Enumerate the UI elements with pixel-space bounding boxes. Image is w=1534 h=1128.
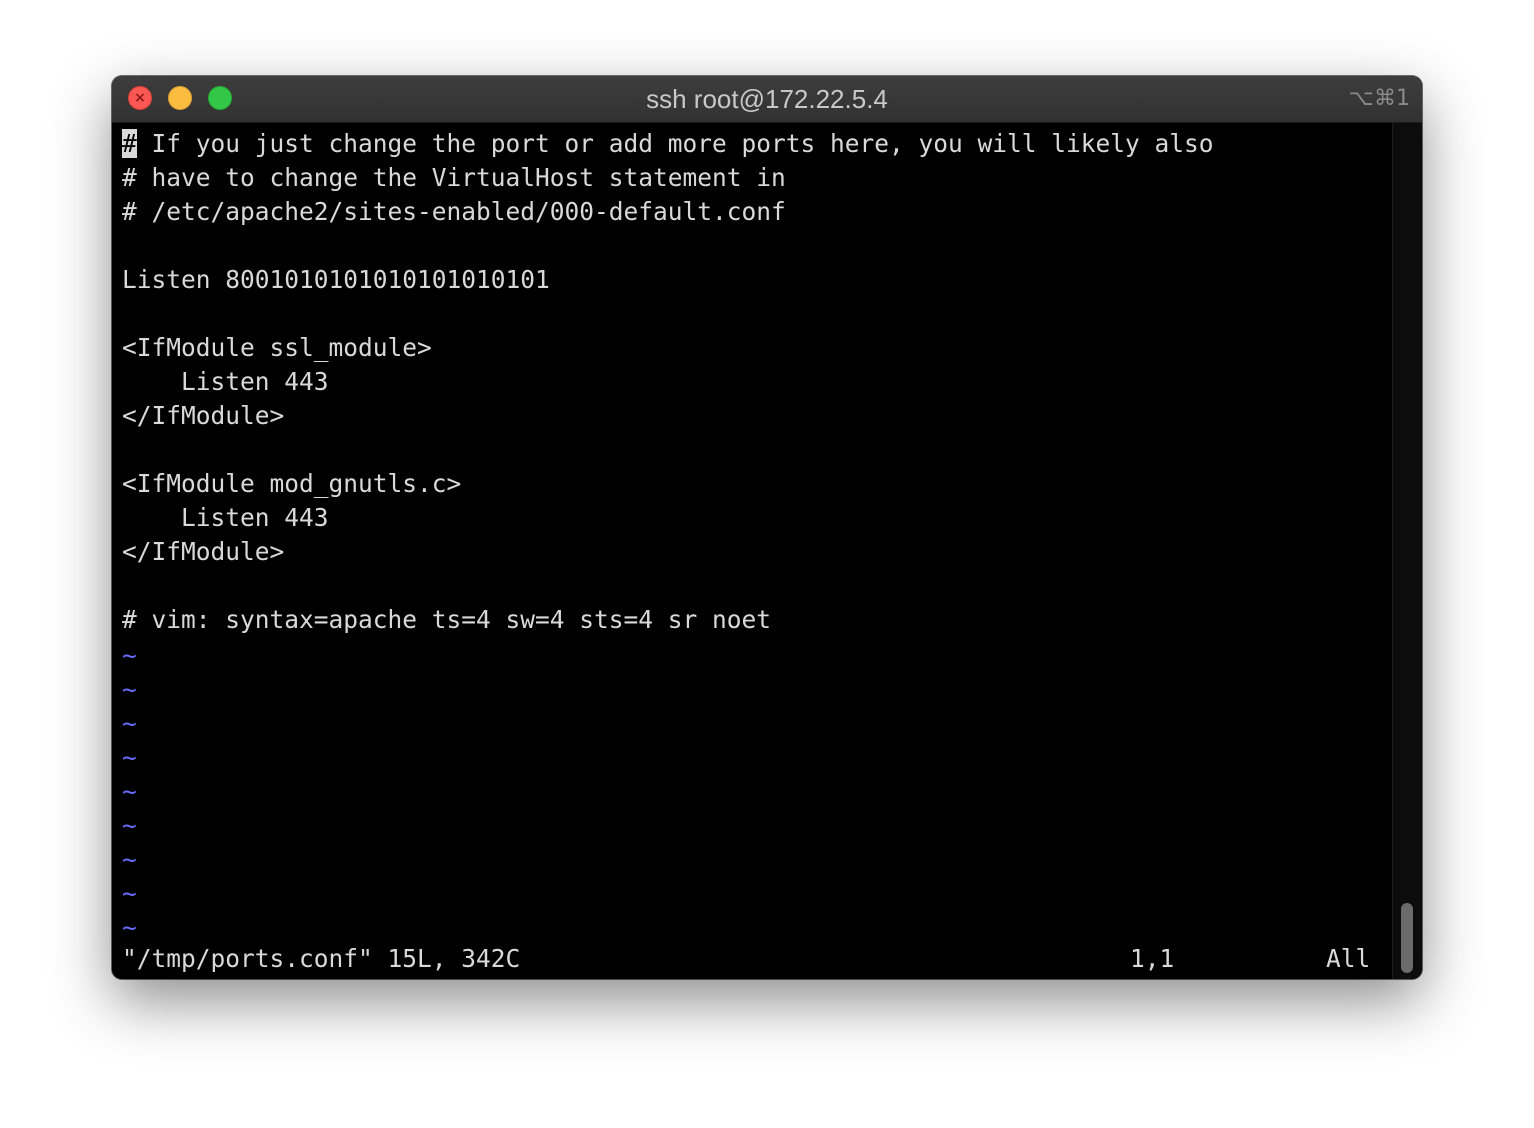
empty-line-tilde: ~ [122, 913, 137, 942]
editor-line-8: Listen 443 [122, 367, 329, 396]
text-cursor: # [122, 129, 137, 158]
empty-line-tilde: ~ [122, 777, 137, 806]
editor-line-7: <IfModule ssl_module> [122, 333, 432, 362]
editor-line-3: # /etc/apache2/sites-enabled/000-default… [122, 197, 786, 226]
editor-line-11: <IfModule mod_gnutls.c> [122, 469, 462, 498]
editor-line-12: Listen 443 [122, 503, 329, 532]
empty-line-tilde: ~ [122, 879, 137, 908]
empty-line-tilde: ~ [122, 709, 137, 738]
terminal-window: × ssh root@172.22.5.4 ⌥⌘1 # If you just … [112, 76, 1422, 979]
status-file-info: "/tmp/ports.conf" 15L, 342C [122, 944, 521, 973]
editor-line-5: Listen 8001010101010101010101 [122, 265, 550, 294]
empty-line-tilde: ~ [122, 641, 137, 670]
empty-line-tilde: ~ [122, 675, 137, 704]
window-title: ssh root@172.22.5.4 [646, 84, 888, 114]
empty-line-tilde: ~ [122, 743, 137, 772]
empty-line-tilde: ~ [122, 811, 137, 840]
scrollbar-thumb[interactable] [1401, 903, 1413, 973]
editor-line-13: </IfModule> [122, 537, 285, 566]
editor-line-1: # If you just change the port or add mor… [122, 127, 1214, 161]
scrollbar-track[interactable] [1392, 123, 1422, 979]
terminal-content[interactable]: # If you just change the port or add mor… [112, 123, 1392, 979]
status-scroll-position: All [1326, 944, 1371, 973]
editor-line-15: # vim: syntax=apache ts=4 sw=4 sts=4 sr … [122, 605, 772, 634]
empty-line-tilde: ~ [122, 845, 137, 874]
editor-line-2: # have to change the VirtualHost stateme… [122, 163, 786, 192]
title-bar[interactable]: × ssh root@172.22.5.4 ⌥⌘1 [112, 76, 1422, 123]
editor-line-1-text: If you just change the port or add more … [136, 129, 1214, 158]
tab-shortcut-label: ⌥⌘1 [1348, 86, 1410, 111]
editor-line-9: </IfModule> [122, 401, 285, 430]
status-cursor-position: 1,1 [1130, 944, 1175, 973]
